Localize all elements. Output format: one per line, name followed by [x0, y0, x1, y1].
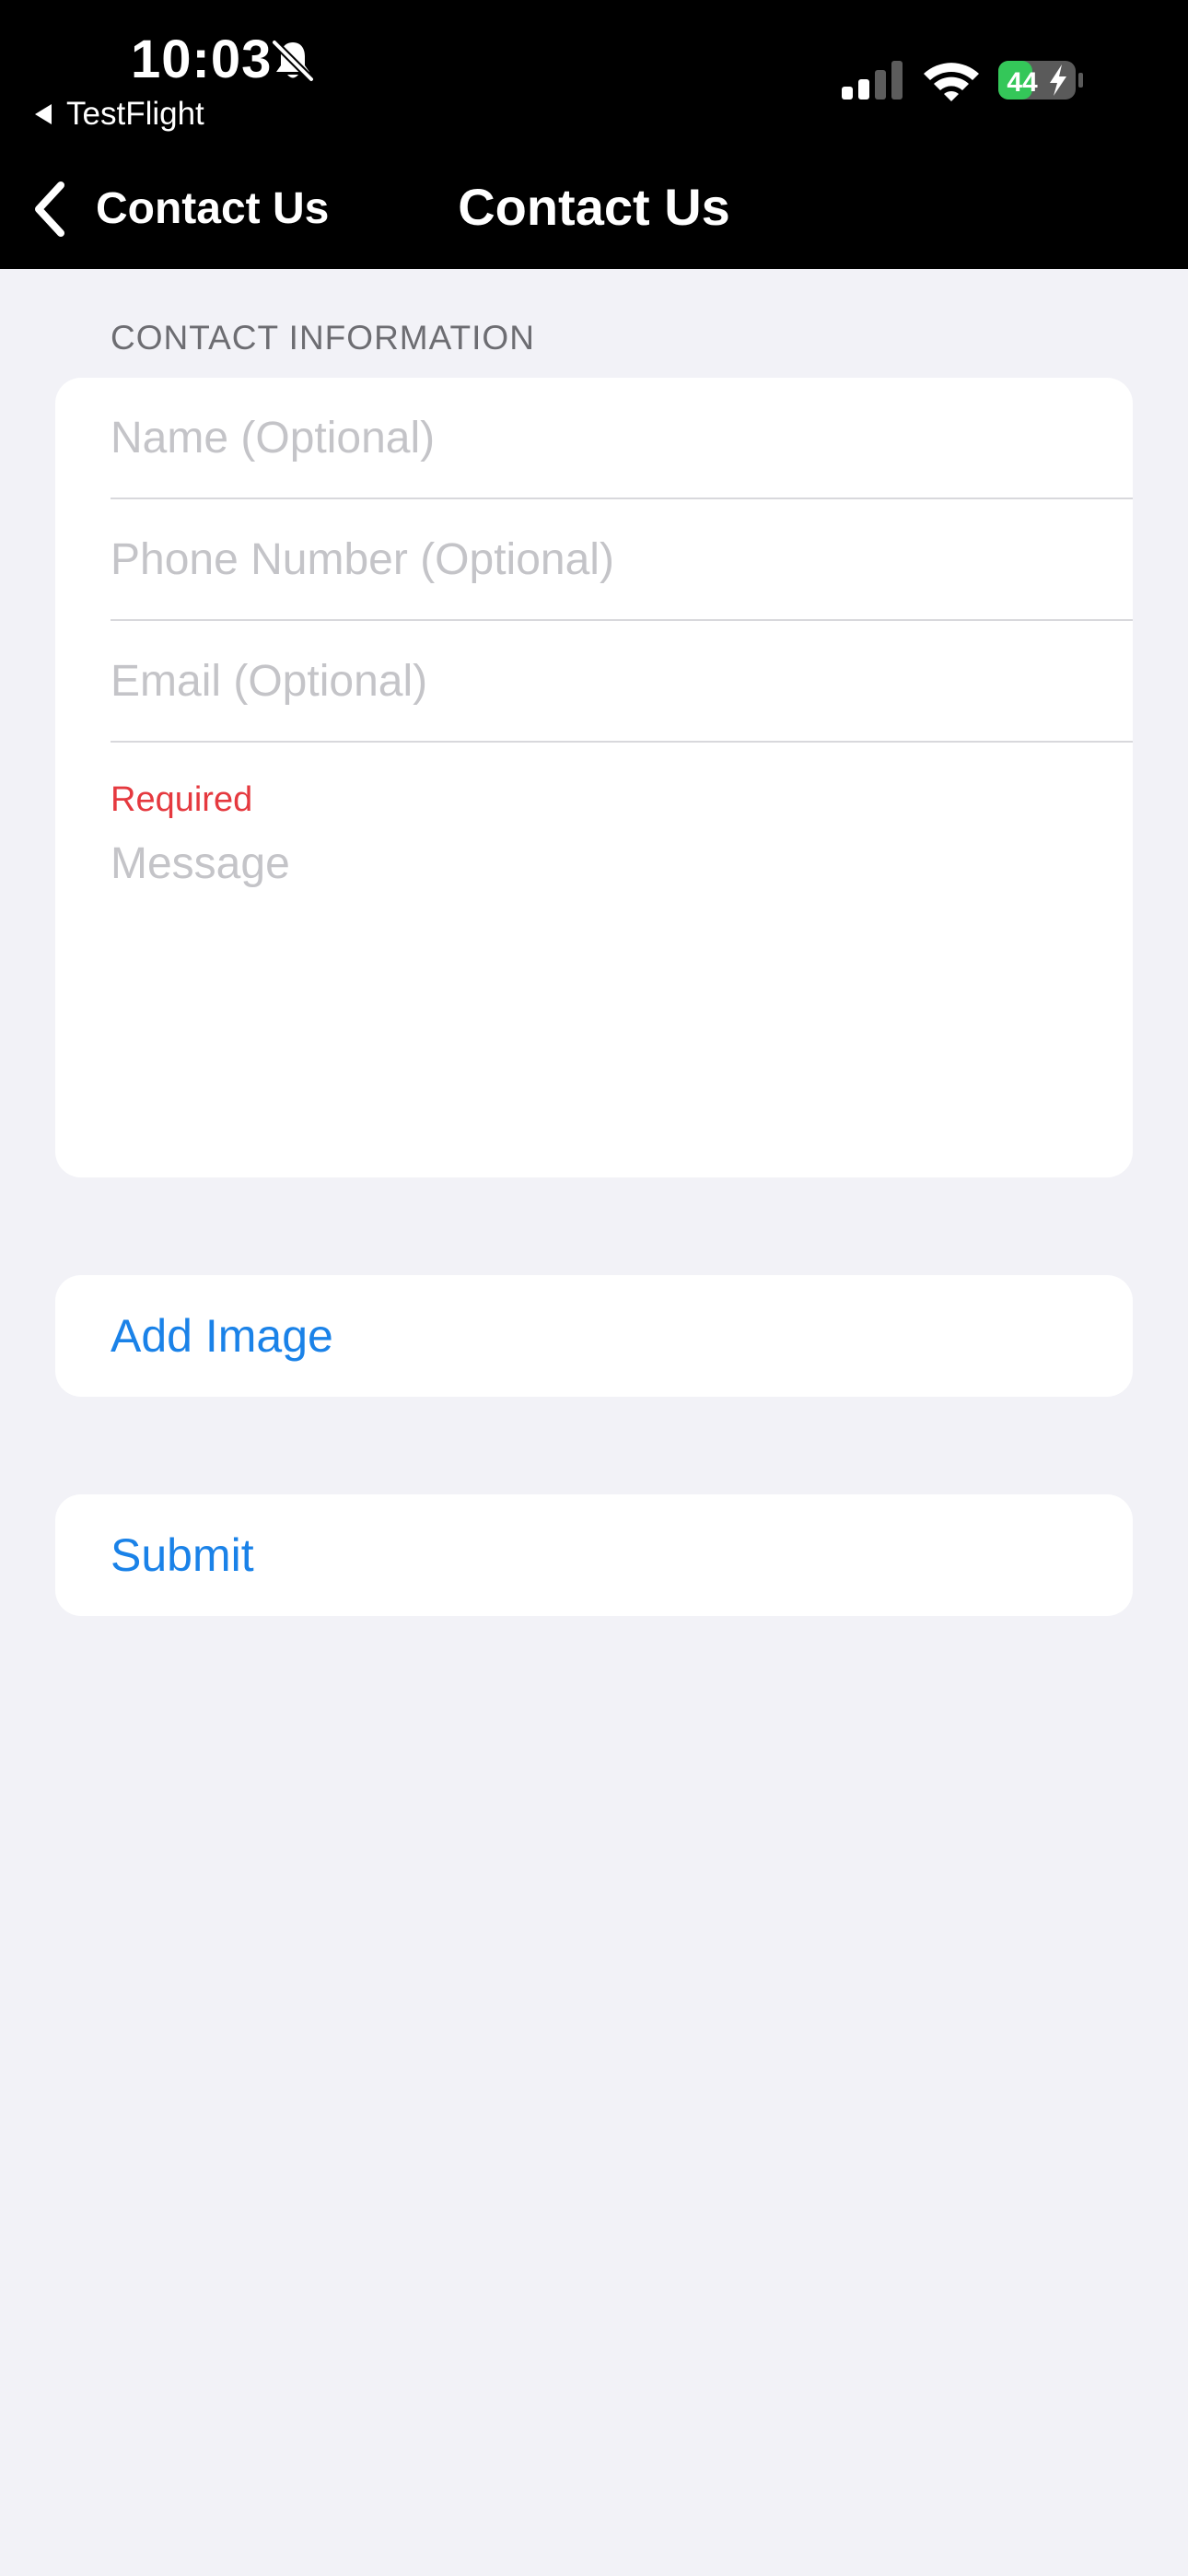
phone-field: [111, 499, 1133, 621]
add-image-button[interactable]: Add Image: [55, 1275, 1133, 1397]
back-to-app-link[interactable]: TestFlight: [33, 92, 204, 136]
contact-us-screen: 10:03 TestFlight 44 Contact Us Contact U…: [0, 0, 1188, 2576]
required-label: Required: [111, 780, 253, 819]
bell-slash-icon: [272, 40, 314, 82]
top-bar: 10:03 TestFlight 44 Contact Us Contact U…: [0, 0, 1188, 269]
back-app-label: TestFlight: [66, 96, 204, 132]
status-time: 10:03: [131, 29, 273, 89]
name-input[interactable]: [111, 378, 1087, 498]
submit-button[interactable]: Submit: [55, 1494, 1133, 1616]
signal-icon: [842, 61, 903, 100]
back-triangle-icon: [35, 104, 52, 124]
section-header-contact-information: CONTACT INFORMATION: [111, 319, 535, 357]
email-input[interactable]: [111, 621, 1087, 741]
contact-form-card: Required: [55, 378, 1133, 1177]
add-image-label: Add Image: [111, 1310, 333, 1362]
email-field: [111, 621, 1133, 743]
wifi-icon: [924, 63, 979, 101]
message-input[interactable]: [111, 837, 1087, 1150]
phone-input[interactable]: [111, 499, 1087, 619]
page-title: Contact Us: [458, 178, 730, 236]
battery-level: 44: [1007, 67, 1038, 98]
name-field: [111, 378, 1133, 499]
submit-label: Submit: [111, 1529, 254, 1581]
battery-charging-icon: 44: [998, 61, 1083, 100]
